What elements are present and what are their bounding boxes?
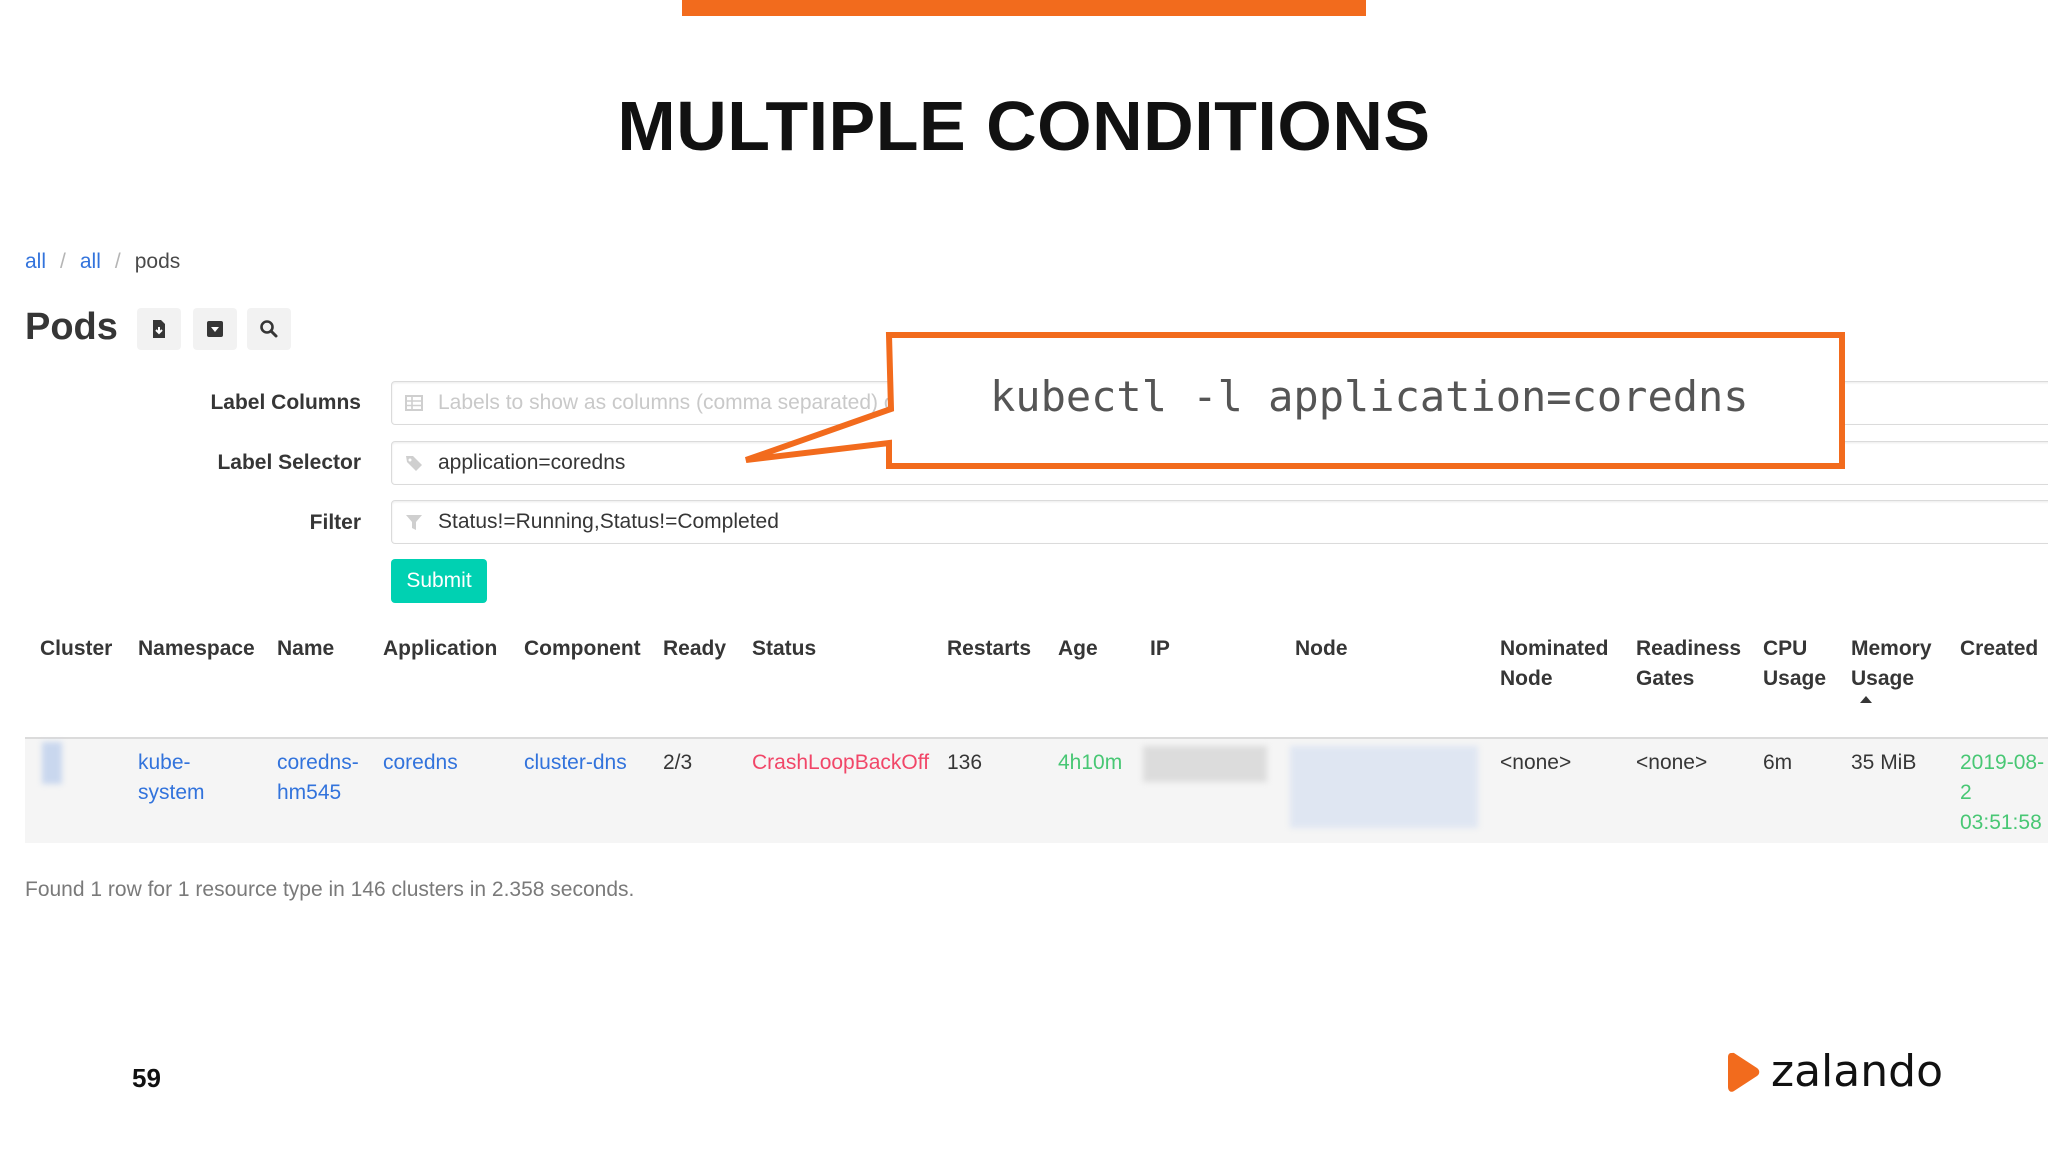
breadcrumb-cluster-link[interactable]: all [25,250,46,273]
column-header-name[interactable]: Name [277,634,334,664]
column-header-line: Usage [1851,667,1915,690]
column-header-status[interactable]: Status [752,634,816,664]
cluster-cell-redacted [42,742,62,784]
sort-ascending-icon [1860,696,1872,703]
created-cell: 2019-08-2 03:51:58 [1960,748,2048,838]
column-header-line: Gates [1636,667,1695,690]
nominated-node-cell: <none> [1500,751,1572,774]
namespace-line: system [138,781,205,804]
page-title: Pods [25,306,118,348]
breadcrumb-current: pods [134,250,181,273]
label-selector-value: application=coredns [438,451,626,474]
slide-title: MULTIPLE CONDITIONS [617,87,1431,165]
column-header-line: Memory [1851,637,1932,660]
column-header-line: Usage [1763,667,1827,690]
slide-number: 59 [132,1063,161,1093]
results-summary: Found 1 row for 1 resource type in 146 c… [25,878,635,901]
label-columns-label: Label Columns [210,391,361,414]
ready-cell: 2/3 [663,751,693,774]
ip-cell-redacted [1143,746,1267,782]
tags-icon [406,456,422,471]
column-header-cpu-usage[interactable]: CPU Usage [1763,634,1826,694]
component-link[interactable]: cluster-dns [524,748,627,778]
file-download-icon [153,320,165,338]
filter-label: Filter [309,511,361,534]
column-header-application[interactable]: Application [383,634,497,664]
cpu-usage-cell: 6m [1763,751,1793,774]
namespace-link[interactable]: kube-system [138,748,205,808]
label-selector-label: Label Selector [217,451,361,474]
table-icon [405,395,423,411]
column-header-node[interactable]: Node [1295,634,1348,664]
created-date: 2019-08-2 [1960,751,2045,804]
pod-name-line: hm545 [277,781,342,804]
brand-wordmark: zalando [1771,1046,1943,1097]
brand-logo: zalando [1725,1046,1943,1097]
caret-square-down-icon [207,321,223,337]
download-button[interactable] [137,308,181,350]
pods-screenshot: all / all / pods Pods Label Columns Labels t… [0,230,2048,930]
column-header-memory-usage[interactable]: Memory Usage [1851,634,1932,694]
callout-command: kubectl -l application=coredns [990,372,1749,421]
breadcrumb-namespace-link[interactable]: all [80,250,101,273]
column-header-namespace[interactable]: Namespace [138,634,255,664]
label-selector-field[interactable]: application=coredns [391,441,2048,485]
toggle-filter-button[interactable] [193,308,237,350]
search-icon [260,320,278,338]
column-header-age[interactable]: Age [1058,634,1098,664]
breadcrumb-separator: / [60,250,66,273]
label-columns-placeholder: Labels to show as columns (comma separat… [438,391,917,414]
memory-usage-cell: 35 MiB [1851,751,1917,774]
column-header-cluster[interactable]: Cluster [40,634,112,664]
application-link[interactable]: coredns [383,748,458,778]
status-cell: CrashLoopBackOff [752,751,930,774]
submit-button[interactable]: Submit [391,559,487,603]
filter-icon [406,515,422,530]
column-header-component[interactable]: Component [524,634,641,664]
restarts-cell: 136 [947,751,983,774]
column-header-restarts[interactable]: Restarts [947,634,1031,664]
column-header-line: CPU [1763,637,1808,660]
column-header-line: Nominated [1500,637,1609,660]
slide-top-bar [682,0,1366,16]
filter-value: Status!=Running,Status!=Completed [438,510,779,533]
pod-name-link[interactable]: coredns-hm545 [277,748,359,808]
created-time: 03:51:58 [1960,811,2042,834]
readiness-gates-cell: <none> [1636,751,1708,774]
search-button[interactable] [247,308,291,350]
breadcrumb-separator: / [114,250,121,273]
column-header-created[interactable]: Created [1960,634,2038,664]
filter-field[interactable]: Status!=Running,Status!=Completed [391,500,2048,544]
column-header-nominated-node[interactable]: Nominated Node [1500,634,1609,694]
breadcrumb: all / all / pods [25,250,180,274]
column-header-readiness-gates[interactable]: Readiness Gates [1636,634,1741,694]
age-cell: 4h10m [1058,751,1123,774]
column-header-line: Readiness [1636,637,1742,660]
pod-name-line: coredns- [277,751,359,774]
column-header-ip[interactable]: IP [1150,634,1170,664]
zalando-flag-icon [1728,1052,1760,1092]
column-header-line: Node [1500,667,1553,690]
column-header-ready[interactable]: Ready [663,634,726,664]
node-cell-redacted [1290,746,1478,828]
namespace-line: kube- [138,751,191,774]
